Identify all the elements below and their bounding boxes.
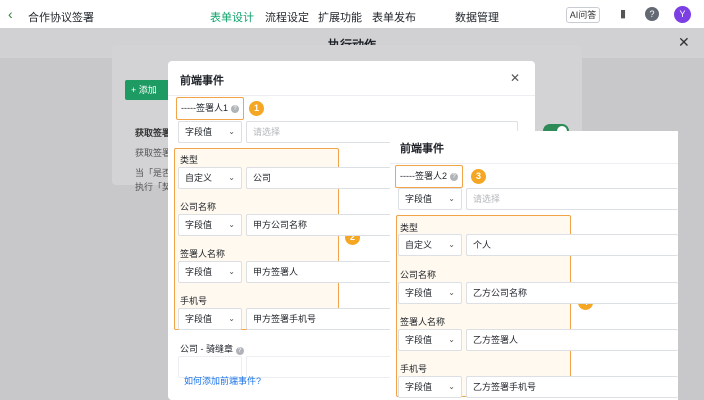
panel-title: 前端事件	[180, 75, 224, 87]
close-icon[interactable]: ✕	[510, 71, 520, 85]
tab-extensions[interactable]: 扩展功能	[318, 9, 362, 25]
tab-publish[interactable]: 表单发布	[372, 9, 416, 25]
tab-data-management[interactable]: 数据管理	[455, 9, 499, 25]
chevron-down-icon: ⌄	[448, 335, 455, 344]
type-value[interactable]: 个人	[466, 234, 678, 256]
chevron-down-icon: ⌄	[448, 240, 455, 249]
signer-chip-label: -----签署人2	[400, 171, 447, 181]
signer-chip: -----签署人2?	[395, 165, 463, 188]
help-icon: ?	[450, 172, 458, 181]
chevron-down-icon: ⌄	[228, 314, 235, 323]
action-condition: 当「是否	[135, 168, 172, 178]
signer-select[interactable]: 字段值 ⌄	[398, 329, 462, 351]
chevron-down-icon: ⌄	[228, 127, 235, 136]
company-value[interactable]: 甲方公司名称	[246, 214, 396, 236]
help-icon[interactable]: ?	[645, 7, 659, 21]
divider	[168, 95, 535, 96]
type-value[interactable]: 公司	[246, 167, 396, 189]
chevron-left-icon[interactable]: ‹	[8, 7, 13, 21]
signer-select[interactable]: 字段值 ⌄	[178, 261, 242, 283]
select-value: 字段值	[185, 127, 213, 137]
select-value: 字段值	[185, 314, 213, 324]
row-label: 公司名称	[180, 202, 217, 212]
type-select[interactable]: 自定义 ⌄	[178, 167, 242, 189]
help-icon: ?	[235, 347, 244, 355]
select-value: 自定义	[185, 173, 213, 183]
chevron-down-icon: ⌄	[228, 173, 235, 182]
select-value: 字段值	[185, 267, 213, 277]
phone-value[interactable]: 乙方签署手机号	[466, 376, 678, 398]
help-icon: ?	[231, 104, 239, 113]
divider	[390, 163, 678, 164]
select-value: 字段值	[405, 382, 433, 392]
close-icon[interactable]: ✕	[678, 34, 690, 51]
marker-1: 1	[249, 101, 264, 116]
chevron-down-icon: ⌄	[448, 288, 455, 297]
company-value[interactable]: 乙方公司名称	[466, 282, 678, 304]
select-value: 字段值	[405, 335, 433, 345]
extra-label: 公司 - 骑缝章 ?	[180, 342, 244, 355]
row-label: 类型	[180, 155, 199, 165]
notification-icon[interactable]: ▮	[616, 7, 630, 21]
action-title: 获取签署	[135, 128, 172, 138]
frontend-event-panel-2: 前端事件 -----签署人2? 3 字段值⌄ 请选择 4 类型 自定义⌄ 个人 …	[390, 131, 678, 400]
signer-chip-label: -----签署人1	[181, 103, 228, 113]
row-label: 公司名称	[400, 270, 437, 280]
phone-select[interactable]: 字段值 ⌄	[398, 376, 462, 398]
row-label: 类型	[400, 223, 419, 233]
signer-chip: -----签署人1?	[176, 97, 244, 120]
row-label: 签署人名称	[180, 249, 226, 259]
phone-select[interactable]: 字段值 ⌄	[178, 308, 242, 330]
panel-title: 前端事件	[400, 143, 444, 155]
field-mode-select[interactable]: 字段值 ⌄	[178, 121, 242, 143]
company-select[interactable]: 字段值 ⌄	[398, 282, 462, 304]
tab-process[interactable]: 流程设定	[265, 9, 309, 25]
chevron-down-icon: ⌄	[448, 194, 455, 203]
top-app-bar: ‹ 合作协议签署 表单设计 流程设定 扩展功能 表单发布 数据管理 AI问答 ▮…	[0, 0, 704, 30]
chevron-down-icon: ⌄	[228, 220, 235, 229]
type-select[interactable]: 自定义 ⌄	[398, 234, 462, 256]
row-label: 手机号	[180, 296, 208, 306]
marker-3: 3	[471, 169, 486, 184]
ai-qa-button[interactable]: AI问答	[566, 7, 600, 23]
app-title: 合作协议签署	[28, 12, 94, 24]
action-execute: 执行「契	[135, 182, 172, 192]
field-picker[interactable]: 请选择	[466, 188, 678, 210]
help-link[interactable]: 如何添加前端事件?	[184, 374, 261, 387]
select-value: 字段值	[405, 194, 433, 204]
select-value: 字段值	[185, 220, 213, 230]
row-label: 签署人名称	[400, 317, 446, 327]
action-desc: 获取签署	[135, 148, 172, 158]
extra-value[interactable]	[246, 356, 396, 378]
company-select[interactable]: 字段值 ⌄	[178, 214, 242, 236]
chevron-down-icon: ⌄	[448, 382, 455, 391]
extra-label-text: 公司 - 骑缝章	[180, 344, 233, 354]
select-value: 字段值	[405, 288, 433, 298]
field-mode-select[interactable]: 字段值 ⌄	[398, 188, 462, 210]
signer-value[interactable]: 甲方签署人	[246, 261, 396, 283]
tab-form-design[interactable]: 表单设计	[210, 9, 254, 25]
select-value: 自定义	[405, 240, 433, 250]
avatar[interactable]: Y	[674, 6, 691, 23]
signer-value[interactable]: 乙方签署人	[466, 329, 678, 351]
phone-value[interactable]: 甲方签署手机号	[246, 308, 396, 330]
chevron-down-icon: ⌄	[228, 267, 235, 276]
row-label: 手机号	[400, 364, 428, 374]
